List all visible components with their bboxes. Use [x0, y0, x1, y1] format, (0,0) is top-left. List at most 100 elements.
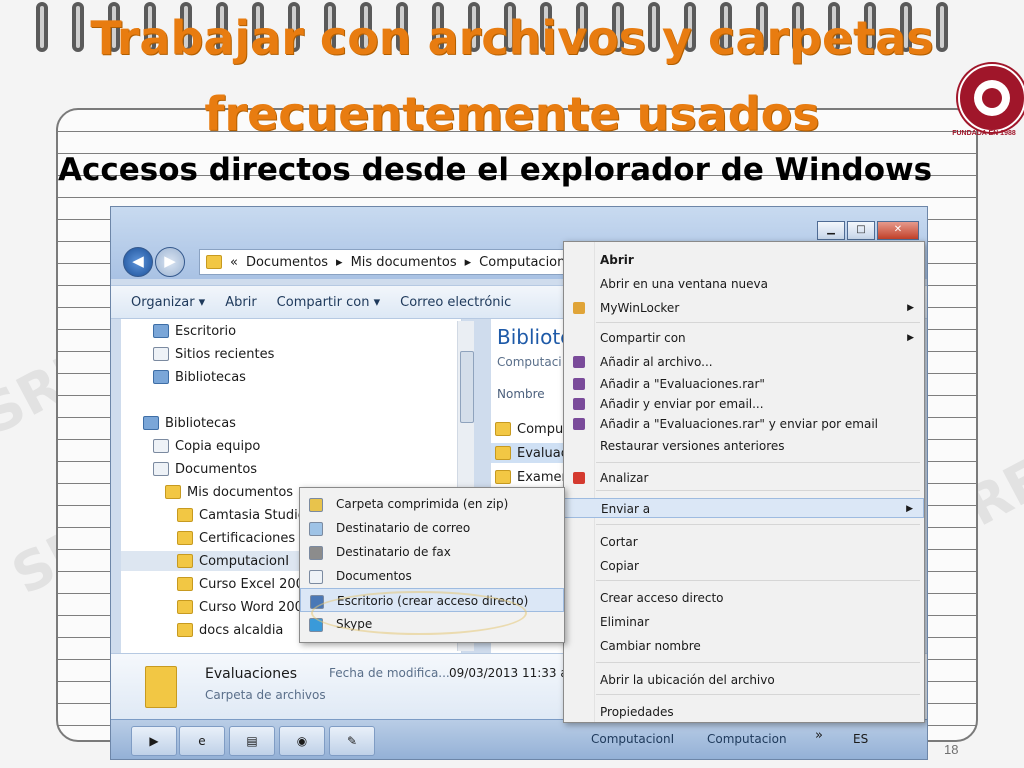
details-date-value: 09/03/2013 11:33 a. — [449, 666, 572, 680]
send-to-item[interactable]: Destinatario de correo — [300, 516, 564, 540]
email-button[interactable]: Correo electrónic — [400, 295, 511, 310]
context-menu-item[interactable]: Añadir al archivo... — [564, 352, 924, 372]
media-player-button[interactable]: ▶ — [131, 726, 177, 756]
nav-item-curso-excel[interactable]: Curso Excel 2007 — [177, 574, 312, 594]
menu-item-label: Añadir al archivo... — [600, 355, 713, 369]
nav-item-libraries[interactable]: Bibliotecas — [153, 367, 246, 387]
send-to-item[interactable]: Carpeta comprimida (en zip) — [300, 492, 564, 516]
menu-separator — [596, 694, 920, 695]
language-indicator[interactable]: ES — [853, 732, 868, 746]
file-row[interactable]: Compu — [491, 419, 563, 439]
slide-title-line1: Trabajar con archivos y carpetas — [90, 11, 934, 65]
context-menu-item[interactable]: Cambiar nombre — [564, 636, 924, 656]
breadcrumb-4[interactable]: ▸ — [465, 255, 472, 270]
menu-item-label: Restaurar versiones anteriores — [600, 439, 785, 453]
context-menu-item[interactable]: Eliminar — [564, 612, 924, 632]
nav-item-certificaciones[interactable]: Certificaciones — [177, 528, 295, 548]
menu-separator — [596, 462, 920, 463]
nav-item-desktop[interactable]: Escritorio — [153, 321, 236, 341]
details-name: Evaluaciones — [205, 666, 297, 682]
winrar-icon — [573, 356, 585, 368]
menu-item-label: Abrir la ubicación del archivo — [600, 673, 775, 687]
forward-button[interactable]: ▶ — [155, 247, 185, 277]
details-type: Carpeta de archivos — [205, 688, 326, 702]
submenu-arrow-icon: ▶ — [906, 504, 913, 514]
nav-item-copia-equipo[interactable]: Copia equipo — [153, 436, 260, 456]
winrar-icon — [573, 378, 585, 390]
file-row[interactable]: Examen — [491, 467, 570, 487]
folder-icon — [495, 422, 511, 436]
scrollbar-thumb[interactable] — [460, 351, 474, 423]
highlight-annotation — [311, 591, 527, 635]
folder-icon — [177, 531, 193, 545]
context-menu-item[interactable]: Cortar — [564, 532, 924, 552]
breadcrumb-3[interactable]: Mis documentos — [351, 255, 457, 270]
context-menu-item[interactable]: Copiar — [564, 556, 924, 576]
context-menu: Abrir Abrir en una ventana nueva MyWinLock… — [563, 241, 925, 723]
maximize-button[interactable]: □ — [847, 221, 875, 240]
send-to-item[interactable]: Destinatario de fax — [300, 540, 564, 564]
document-icon — [153, 439, 169, 453]
library-subtitle: Computaci — [497, 355, 562, 369]
context-menu-item[interactable]: Propiedades — [564, 702, 924, 722]
desktop-icon — [153, 324, 169, 338]
folder-icon — [177, 600, 193, 614]
nav-item-mis-documentos[interactable]: Mis documentos — [165, 482, 293, 502]
context-menu-item[interactable]: Abrir en una ventana nueva — [564, 274, 924, 294]
organize-button[interactable]: Organizar ▾ — [131, 295, 205, 310]
menu-item-label: MyWinLocker — [600, 301, 680, 315]
context-menu-item[interactable]: Crear acceso directo — [564, 588, 924, 608]
context-menu-item[interactable]: Abrir — [564, 250, 924, 270]
context-menu-item[interactable]: Enviar a ▶ — [564, 498, 924, 518]
taskbar-overflow[interactable]: » — [815, 728, 823, 743]
breadcrumb-2[interactable]: ▸ — [336, 255, 343, 270]
context-menu-item[interactable]: MyWinLocker ▶ — [564, 298, 924, 318]
menu-item-label: Abrir en una ventana nueva — [600, 277, 768, 291]
context-menu-item[interactable]: Añadir a "Evaluaciones.rar" y enviar por… — [564, 414, 924, 434]
nav-item-libraries-root[interactable]: Bibliotecas — [143, 413, 236, 433]
internet-explorer-button[interactable]: e — [179, 726, 225, 756]
column-header-name[interactable]: Nombre — [497, 387, 545, 401]
explorer-screenshot: ▁ □ ✕ ◀ ▶ « Documentos ▸ Mis documentos … — [110, 206, 928, 760]
context-menu-item[interactable]: Compartir con ▶ — [564, 328, 924, 348]
menu-item-label: Copiar — [600, 559, 639, 573]
nav-item-recent[interactable]: Sitios recientes — [153, 344, 274, 364]
nav-item-camtasia[interactable]: Camtasia Studio — [177, 505, 306, 525]
menu-item-label: Cortar — [600, 535, 638, 549]
nav-item-curso-word[interactable]: Curso Word 2007 — [177, 597, 311, 617]
menu-item-label: Añadir a "Evaluaciones.rar" — [600, 377, 765, 391]
back-button[interactable]: ◀ — [123, 247, 153, 277]
winrar-icon — [573, 418, 585, 430]
pdf-taskbar-button[interactable]: ✎ — [329, 726, 375, 756]
folder-icon — [495, 470, 511, 484]
taskbar-item-1[interactable]: ComputacionI — [591, 732, 674, 746]
nav-item-documentos[interactable]: Documentos — [153, 459, 257, 479]
folder-icon — [165, 485, 181, 499]
breadcrumb-5[interactable]: ComputacionI — [479, 255, 569, 270]
submenu-arrow-icon: ▶ — [907, 303, 914, 313]
context-menu-item[interactable]: Abrir la ubicación del archivo — [564, 670, 924, 690]
taskbar-item-2[interactable]: Computacion — [707, 732, 787, 746]
breadcrumb-0: « — [230, 254, 238, 270]
breadcrumb-1[interactable]: Documentos — [246, 255, 328, 270]
menu-item-label: Cambiar nombre — [600, 639, 701, 653]
slide-subtitle: Accesos directos desde el explorador de … — [58, 152, 933, 188]
menu-item-label: Destinatario de correo — [336, 521, 471, 535]
context-menu-item[interactable]: Analizar — [564, 468, 924, 488]
menu-item-label: Añadir a "Evaluaciones.rar" y enviar por… — [600, 417, 879, 431]
context-menu-item[interactable]: Restaurar versiones anteriores — [564, 436, 924, 456]
context-menu-item[interactable]: Añadir y enviar por email... — [564, 394, 924, 414]
menu-item-label: Documentos — [336, 569, 412, 583]
context-menu-item[interactable]: Añadir a "Evaluaciones.rar" — [564, 374, 924, 394]
minimize-button[interactable]: ▁ — [817, 221, 845, 240]
open-button[interactable]: Abrir — [225, 295, 256, 310]
nav-item-docs-alcaldia[interactable]: docs alcaldia — [177, 620, 283, 640]
menu-separator — [596, 490, 920, 491]
document-icon — [153, 462, 169, 476]
share-with-button[interactable]: Compartir con ▾ — [277, 295, 380, 310]
close-button[interactable]: ✕ — [877, 221, 919, 240]
explorer-taskbar-button[interactable]: ▤ — [229, 726, 275, 756]
send-to-item[interactable]: Documentos — [300, 564, 564, 588]
page-number: 18 — [944, 742, 959, 757]
app-taskbar-button[interactable]: ◉ — [279, 726, 325, 756]
